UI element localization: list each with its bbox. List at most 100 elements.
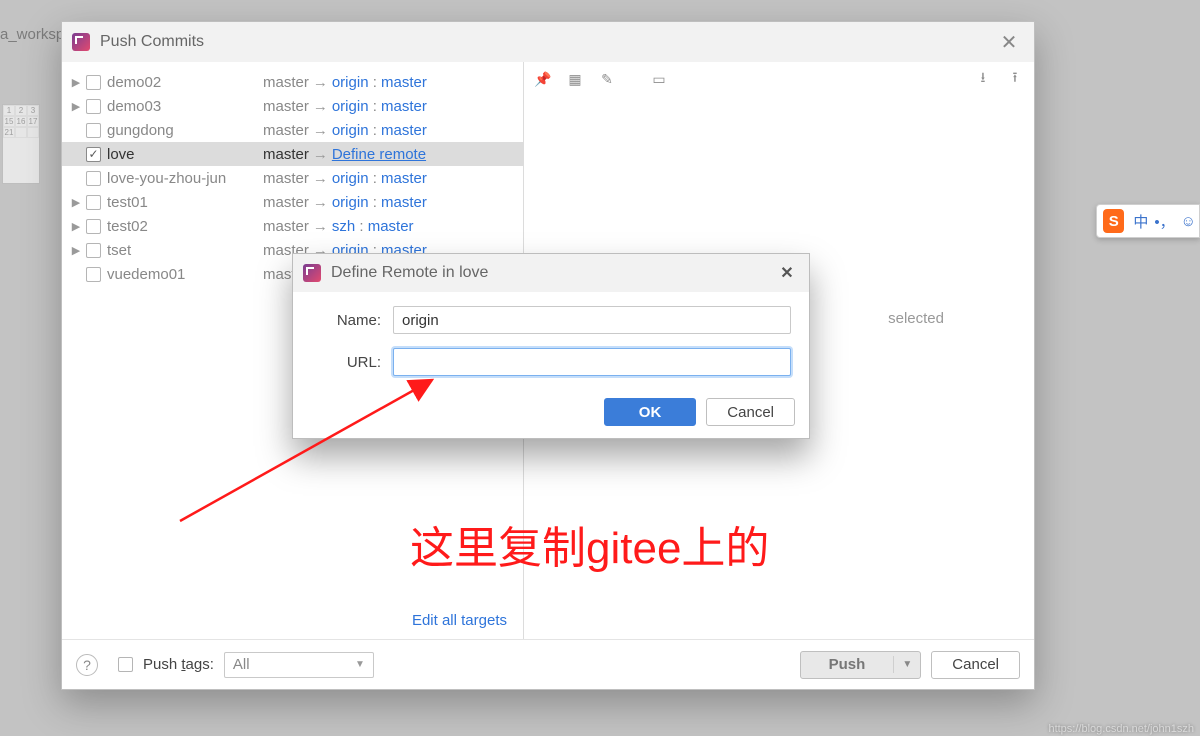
edit-all-targets-container: Edit all targets (62, 602, 523, 639)
repo-checkbox[interactable] (86, 123, 101, 138)
repo-name: love (107, 146, 263, 163)
help-icon[interactable]: ? (76, 654, 98, 676)
repo-checkbox[interactable] (86, 99, 101, 114)
ime-logo-icon: S (1103, 209, 1124, 233)
define-remote-link[interactable]: Define remote (332, 146, 426, 163)
dialog-title: Push Commits (100, 33, 994, 51)
branch-mapping: master→origin : master (263, 122, 523, 139)
arrow-icon: → (313, 122, 328, 139)
remote-branch-link[interactable]: master (368, 218, 414, 235)
repo-checkbox[interactable] (86, 195, 101, 210)
arrow-icon: → (313, 194, 328, 211)
remote-branch-link[interactable]: master (381, 194, 427, 211)
repo-checkbox[interactable] (86, 219, 101, 234)
local-branch: master (263, 170, 309, 187)
expand-all-icon[interactable]: ⭳ (974, 70, 992, 88)
repo-row[interactable]: ▶love-you-zhou-junmaster→origin : master (62, 166, 523, 190)
branch-mapping: master→Define remote (263, 146, 523, 163)
expand-icon[interactable]: ▶ (70, 244, 82, 257)
dialog-titlebar: Push Commits ✕ (62, 22, 1034, 62)
collapse-all-icon[interactable]: ⭱ (1006, 70, 1024, 88)
expand-icon[interactable]: ▶ (70, 220, 82, 233)
define-remote-dialog: Define Remote in love ✕ Name: URL: OK Ca… (292, 253, 810, 439)
repo-checkbox[interactable] (86, 243, 101, 258)
ime-language-indicator[interactable]: 中 (1133, 211, 1148, 232)
separator: : (369, 194, 382, 211)
separator: : (369, 98, 382, 115)
repo-name: demo03 (107, 98, 263, 115)
remote-url-input[interactable] (393, 348, 791, 376)
push-button-dropdown-icon[interactable]: ▼ (894, 659, 920, 670)
local-branch: master (263, 74, 309, 91)
close-icon[interactable]: ✕ (994, 30, 1024, 55)
repo-checkbox[interactable] (86, 75, 101, 90)
define-remote-titlebar: Define Remote in love ✕ (293, 254, 809, 292)
grid-icon[interactable]: ▦ (566, 70, 584, 88)
close-icon[interactable]: ✕ (775, 263, 799, 283)
push-button[interactable]: Push ▼ (800, 651, 922, 679)
dialog-button-bar: ? Push tags: All ▼ Push ▼ Cancel (62, 639, 1034, 689)
ime-punct-icon[interactable]: •， (1154, 211, 1174, 232)
name-label: Name: (293, 312, 393, 329)
bg-folder-label: a_worksp (0, 26, 64, 43)
repo-row[interactable]: ▶ demo03master→origin : master (62, 94, 523, 118)
repo-name: test01 (107, 194, 263, 211)
ime-toolbar[interactable]: S 中 •， ☺ (1096, 204, 1200, 238)
remote-name-link[interactable]: origin (332, 170, 369, 187)
repo-name: vuedemo01 (107, 266, 263, 283)
remote-branch-link[interactable]: master (381, 170, 427, 187)
local-branch: master (263, 146, 309, 163)
repo-name: demo02 (107, 74, 263, 91)
edit-icon[interactable]: ✎ (598, 70, 616, 88)
expand-icon[interactable]: ▶ (70, 76, 82, 89)
arrow-icon: → (313, 170, 328, 187)
define-remote-title: Define Remote in love (331, 264, 775, 282)
remote-branch-link[interactable]: master (381, 98, 427, 115)
separator: : (369, 170, 382, 187)
repo-row[interactable]: ▶lovemaster→Define remote (62, 142, 523, 166)
push-tags-filter-value: All (233, 656, 250, 673)
repo-checkbox[interactable] (86, 267, 101, 282)
chevron-down-icon: ▼ (355, 659, 365, 670)
preview-placeholder: selected (888, 310, 944, 327)
ime-emoji-icon[interactable]: ☺ (1181, 213, 1196, 230)
separator: : (369, 122, 382, 139)
branch-mapping: master→origin : master (263, 98, 523, 115)
push-tags-filter-combo[interactable]: All ▼ (224, 652, 374, 678)
preview-toolbar: 📌 ▦ ✎ ▭ ⭳ ⭱ (524, 62, 1034, 92)
remote-name-link[interactable]: szh (332, 218, 355, 235)
ok-button[interactable]: OK (604, 398, 697, 426)
cancel-button[interactable]: Cancel (931, 651, 1020, 679)
expand-icon[interactable]: ▶ (70, 100, 82, 113)
repo-row[interactable]: ▶demo02master→origin : master (62, 70, 523, 94)
branch-mapping: master→origin : master (263, 194, 523, 211)
remote-name-link[interactable]: origin (332, 122, 369, 139)
repo-row[interactable]: ▶ test02master→szh : master (62, 214, 523, 238)
local-branch: master (263, 218, 309, 235)
diff-icon[interactable]: ▭ (650, 70, 668, 88)
url-label: URL: (293, 354, 393, 371)
remote-name-link[interactable]: origin (332, 74, 369, 91)
repo-checkbox[interactable] (86, 171, 101, 186)
push-tags-checkbox[interactable] (118, 657, 133, 672)
remote-name-link[interactable]: origin (332, 98, 369, 115)
watermark: https://blog.csdn.net/john1szh (1048, 723, 1194, 735)
remote-branch-link[interactable]: master (381, 122, 427, 139)
arrow-icon: → (313, 146, 328, 163)
remote-name-input[interactable] (393, 306, 791, 334)
remote-branch-link[interactable]: master (381, 74, 427, 91)
repo-row[interactable]: ▶test01master→origin : master (62, 190, 523, 214)
remote-name-link[interactable]: origin (332, 194, 369, 211)
pin-icon[interactable]: 📌 (534, 70, 552, 88)
repo-checkbox[interactable] (86, 147, 101, 162)
repo-row[interactable]: ▶gungdongmaster→origin : master (62, 118, 523, 142)
repo-name: gungdong (107, 122, 263, 139)
edit-all-targets-link[interactable]: Edit all targets (412, 612, 507, 629)
repo-name: test02 (107, 218, 263, 235)
cancel-button[interactable]: Cancel (706, 398, 795, 426)
app-icon (303, 264, 321, 282)
expand-icon[interactable]: ▶ (70, 196, 82, 209)
local-branch: master (263, 122, 309, 139)
repo-name: love-you-zhou-jun (107, 170, 263, 187)
branch-mapping: master→szh : master (263, 218, 523, 235)
